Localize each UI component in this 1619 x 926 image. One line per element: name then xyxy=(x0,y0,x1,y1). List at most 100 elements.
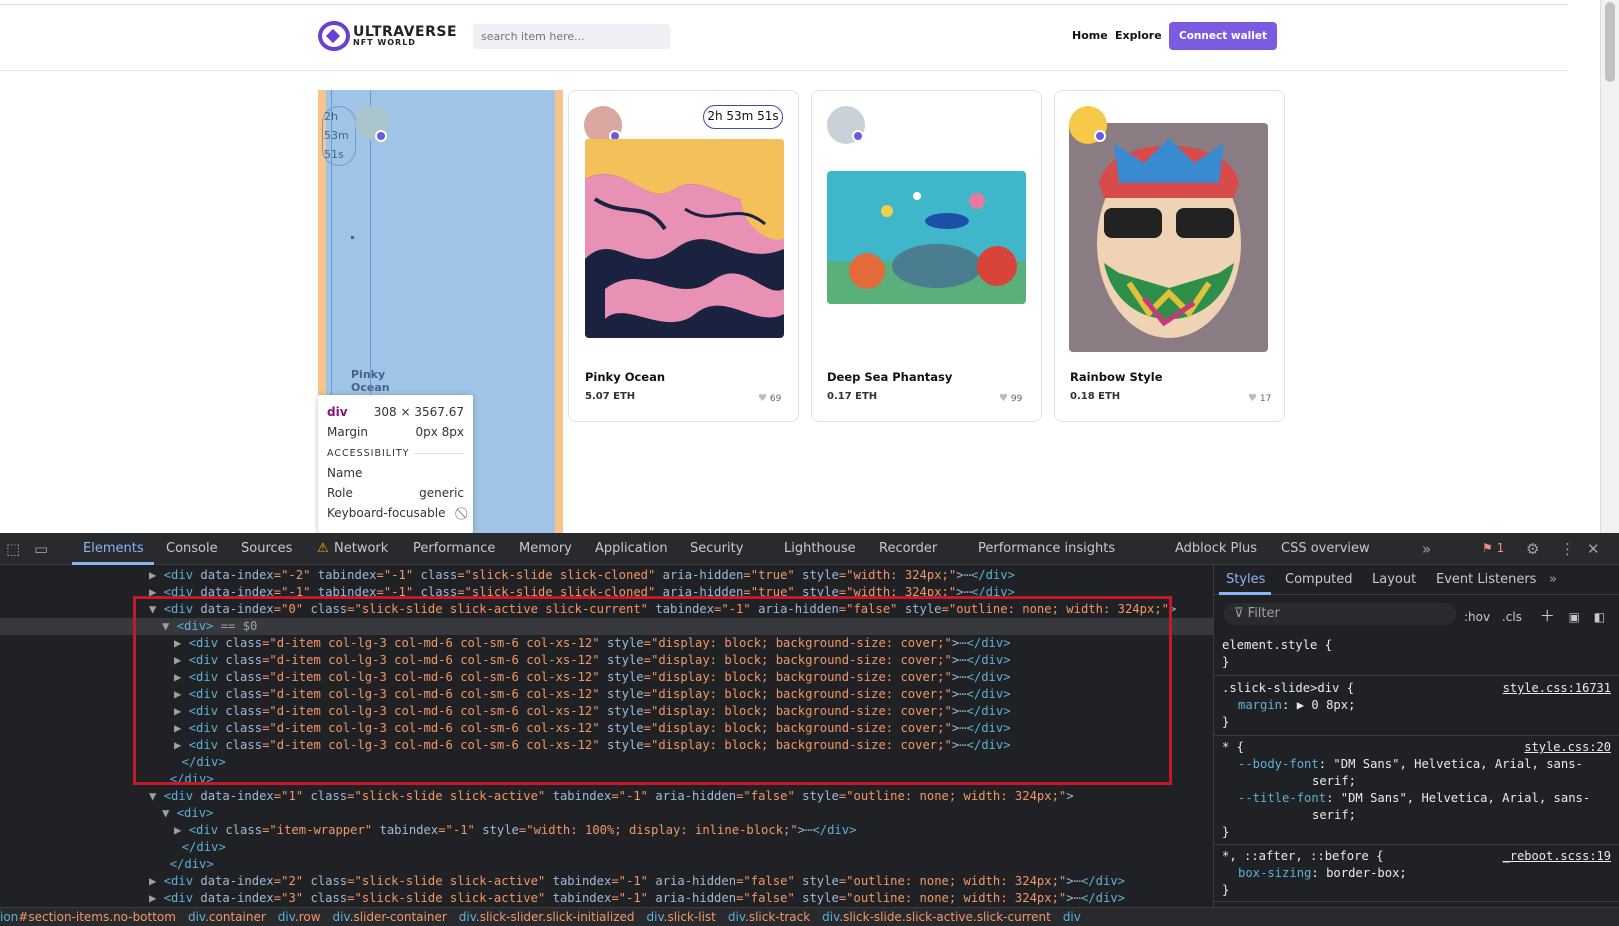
website-viewport: ULTRAVERSE NFT WORLD Home Explore Connec… xyxy=(0,0,1568,533)
nft-title[interactable]: Pinky Ocean xyxy=(585,370,665,384)
dom-node-line[interactable]: ▼ <div> xyxy=(162,805,213,822)
tab-performance-insights[interactable]: Performance insights xyxy=(978,541,1115,556)
add-rule-icon[interactable]: ＋ xyxy=(1540,607,1555,625)
sidebar-toggle-icon[interactable]: ◧ xyxy=(1594,610,1605,624)
dom-node-line[interactable]: </div> xyxy=(167,839,226,856)
source-link[interactable]: _reboot.scss:19 xyxy=(1503,849,1611,863)
dom-node-line[interactable]: </div> xyxy=(155,856,214,873)
dom-tag: <div xyxy=(163,568,194,582)
ghost-timer: 2h 53m 51s xyxy=(322,106,356,166)
cls-toggle[interactable]: .cls xyxy=(1502,610,1522,624)
page-scrollbar[interactable] xyxy=(1600,0,1619,533)
breadcrumb-item[interactable]: div.slick-list xyxy=(647,910,716,924)
nav-home[interactable]: Home xyxy=(1072,29,1108,42)
tab-computed[interactable]: Computed xyxy=(1285,572,1353,587)
logo-line2: NFT WORLD xyxy=(353,38,416,47)
tab-styles[interactable]: Styles xyxy=(1226,572,1265,587)
source-link[interactable]: style.css:20 xyxy=(1524,740,1611,754)
paint-icon[interactable]: ▣ xyxy=(1569,610,1580,624)
inspect-element-icon[interactable]: ⬚ xyxy=(6,540,20,558)
tab-memory[interactable]: Memory xyxy=(519,541,572,556)
close-devtools-icon[interactable]: ✕ xyxy=(1587,540,1600,558)
ellipsis-icon[interactable]: ⋯ xyxy=(1074,891,1081,905)
more-panes-icon[interactable]: » xyxy=(1549,572,1557,587)
nft-price: 0.17 ETH xyxy=(827,391,878,402)
expand-toggle-icon[interactable]: ▶ xyxy=(149,874,164,888)
likes-count[interactable]: ♥ 17 xyxy=(1248,393,1271,404)
nft-title[interactable]: Rainbow Style xyxy=(1070,370,1163,384)
nft-price: 0.18 ETH xyxy=(1070,391,1121,402)
nft-title[interactable]: Deep Sea Phantasy xyxy=(827,370,952,384)
dom-close-tag: </div> xyxy=(1080,891,1125,905)
dom-attributes: data-index="-2" tabindex="-1" class="sli… xyxy=(193,568,964,582)
breadcrumb-item[interactable]: div.row xyxy=(278,910,321,924)
breadcrumb-item[interactable]: div.container xyxy=(188,910,266,924)
site-logo[interactable]: ULTRAVERSE NFT WORLD xyxy=(318,21,457,51)
tooltip-section: ACCESSIBILITY xyxy=(327,448,464,459)
warning-icon: ⚠ xyxy=(317,541,329,556)
dom-close-tag: </div> xyxy=(1080,874,1125,888)
hov-toggle[interactable]: :hov xyxy=(1464,610,1490,624)
likes-count[interactable]: ♥ 99 xyxy=(999,393,1022,404)
dom-node-line[interactable]: ▶ <div data-index="-2" tabindex="-1" cla… xyxy=(149,567,1015,584)
nft-image[interactable] xyxy=(827,171,1026,304)
issues-badge[interactable]: ⚑ 1 xyxy=(1482,541,1504,555)
tab-css-overview[interactable]: CSS overview xyxy=(1281,541,1370,556)
tab-performance[interactable]: Performance xyxy=(413,541,495,556)
nft-image[interactable] xyxy=(585,139,784,338)
likes-count[interactable]: ♥ 69 xyxy=(758,393,781,404)
dom-tag: </div> xyxy=(181,840,226,854)
tab-sources[interactable]: Sources xyxy=(241,541,292,556)
tab-console[interactable]: Console xyxy=(166,541,218,556)
dom-breadcrumb[interactable]: ion#section-items.no-bottom div.container… xyxy=(0,907,1619,926)
logo-icon xyxy=(318,21,350,51)
expand-toggle-icon[interactable] xyxy=(167,840,182,854)
dom-tag: <div xyxy=(188,823,219,837)
tab-application[interactable]: Application xyxy=(595,541,668,556)
devtools-tab-bar: ⬚ ▭ Elements Console Sources ⚠ Network P… xyxy=(0,533,1619,565)
nft-price: 5.07 ETH xyxy=(585,391,636,402)
ellipsis-icon[interactable]: ⋯ xyxy=(964,568,971,582)
settings-gear-icon[interactable]: ⚙ xyxy=(1526,540,1539,558)
source-link[interactable]: style.css:16731 xyxy=(1503,681,1611,695)
styles-pane: Styles Computed Layout Event Listeners »… xyxy=(1213,565,1619,907)
more-tabs-icon[interactable]: » xyxy=(1422,540,1431,558)
tab-event-listeners[interactable]: Event Listeners xyxy=(1436,572,1536,587)
tab-lighthouse[interactable]: Lighthouse xyxy=(784,541,856,556)
verified-icon xyxy=(852,130,864,142)
verified-icon xyxy=(375,130,387,142)
breadcrumb-item[interactable]: ion#section-items.no-bottom xyxy=(0,910,176,924)
nav-explore[interactable]: Explore xyxy=(1115,29,1162,42)
tab-layout[interactable]: Layout xyxy=(1372,572,1416,587)
breadcrumb-item[interactable]: div.slick-slider.slick-initialized xyxy=(459,910,635,924)
styles-filter-input[interactable]: ⊽ Filter xyxy=(1224,603,1456,625)
breadcrumb-item[interactable]: div.slick-track xyxy=(728,910,810,924)
expand-toggle-icon[interactable]: ▶ xyxy=(174,823,189,837)
expand-toggle-icon[interactable] xyxy=(155,857,170,871)
tab-adblock-plus[interactable]: Adblock Plus xyxy=(1175,541,1257,556)
breadcrumb-item[interactable]: div.slider-container xyxy=(333,910,447,924)
breadcrumb-item[interactable]: div.slick-slide.slick-active.slick-curre… xyxy=(822,910,1051,924)
tab-network[interactable]: Network xyxy=(334,541,388,556)
tab-recorder[interactable]: Recorder xyxy=(879,541,937,556)
nft-image[interactable] xyxy=(1069,123,1268,352)
expand-toggle-icon[interactable]: ▶ xyxy=(149,891,164,905)
dom-node-line[interactable]: ▶ <div class="item-wrapper" tabindex="-1… xyxy=(174,822,856,839)
expand-toggle-icon[interactable]: ▼ xyxy=(149,789,164,803)
scroll-thumb[interactable] xyxy=(1605,2,1615,82)
search-input[interactable] xyxy=(473,24,670,49)
more-options-icon[interactable]: ⋮ xyxy=(1560,540,1575,558)
device-toolbar-icon[interactable]: ▭ xyxy=(34,540,48,558)
expand-toggle-icon[interactable]: ▼ xyxy=(162,806,177,820)
tab-security[interactable]: Security xyxy=(690,541,743,556)
ghost-title: Pinky Ocean xyxy=(351,368,390,394)
connect-wallet-button[interactable]: Connect wallet xyxy=(1169,22,1277,50)
dom-node-line[interactable]: ▶ <div data-index="3" class="slick-slide… xyxy=(149,890,1125,907)
breadcrumb-item[interactable]: div xyxy=(1063,910,1081,924)
dom-node-line[interactable]: ▶ <div data-index="2" class="slick-slide… xyxy=(149,873,1125,890)
dom-node-line[interactable]: ▼ <div data-index="1" class="slick-slide… xyxy=(149,788,1074,805)
ellipsis-icon[interactable]: ⋯ xyxy=(1074,874,1081,888)
tooltip-tag: div xyxy=(327,405,348,419)
tab-elements[interactable]: Elements xyxy=(83,541,144,556)
expand-toggle-icon[interactable]: ▶ xyxy=(149,568,164,582)
